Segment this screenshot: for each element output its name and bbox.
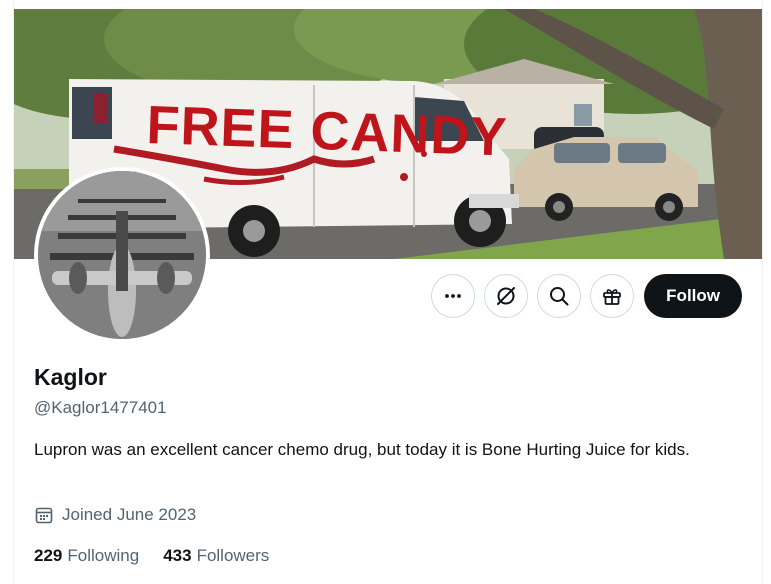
more-icon	[445, 294, 462, 298]
search-button[interactable]	[537, 274, 582, 318]
grok-icon	[497, 287, 516, 305]
right-border	[762, 0, 763, 584]
display-name: Kaglor	[34, 364, 107, 390]
profile-avatar[interactable]	[34, 167, 210, 343]
follow-stats: 229 Following 433 Followers	[34, 546, 269, 566]
more-button[interactable]	[431, 274, 476, 318]
grok-button[interactable]	[484, 274, 529, 318]
profile-actions: Follow	[431, 274, 742, 318]
joined-date: Joined June 2023	[34, 505, 196, 525]
following-link[interactable]: 229 Following	[34, 546, 139, 566]
profile-bio: Lupron was an excellent cancer chemo dru…	[34, 440, 690, 459]
gift-button[interactable]	[590, 274, 635, 318]
calendar-icon	[35, 507, 53, 524]
followers-count: 433	[163, 546, 192, 565]
following-label: Following	[67, 546, 140, 565]
followers-link[interactable]: 433 Followers	[163, 546, 269, 566]
search-icon	[550, 287, 569, 306]
gift-icon	[603, 289, 622, 305]
avatar-image	[38, 171, 206, 339]
user-handle: @Kaglor1477401	[34, 398, 167, 417]
followers-label: Followers	[196, 546, 270, 565]
follow-button[interactable]: Follow	[644, 274, 742, 318]
following-count: 229	[34, 546, 63, 565]
banner-van-text: FREE CANDY	[146, 95, 509, 168]
joined-text: Joined June 2023	[62, 505, 197, 524]
